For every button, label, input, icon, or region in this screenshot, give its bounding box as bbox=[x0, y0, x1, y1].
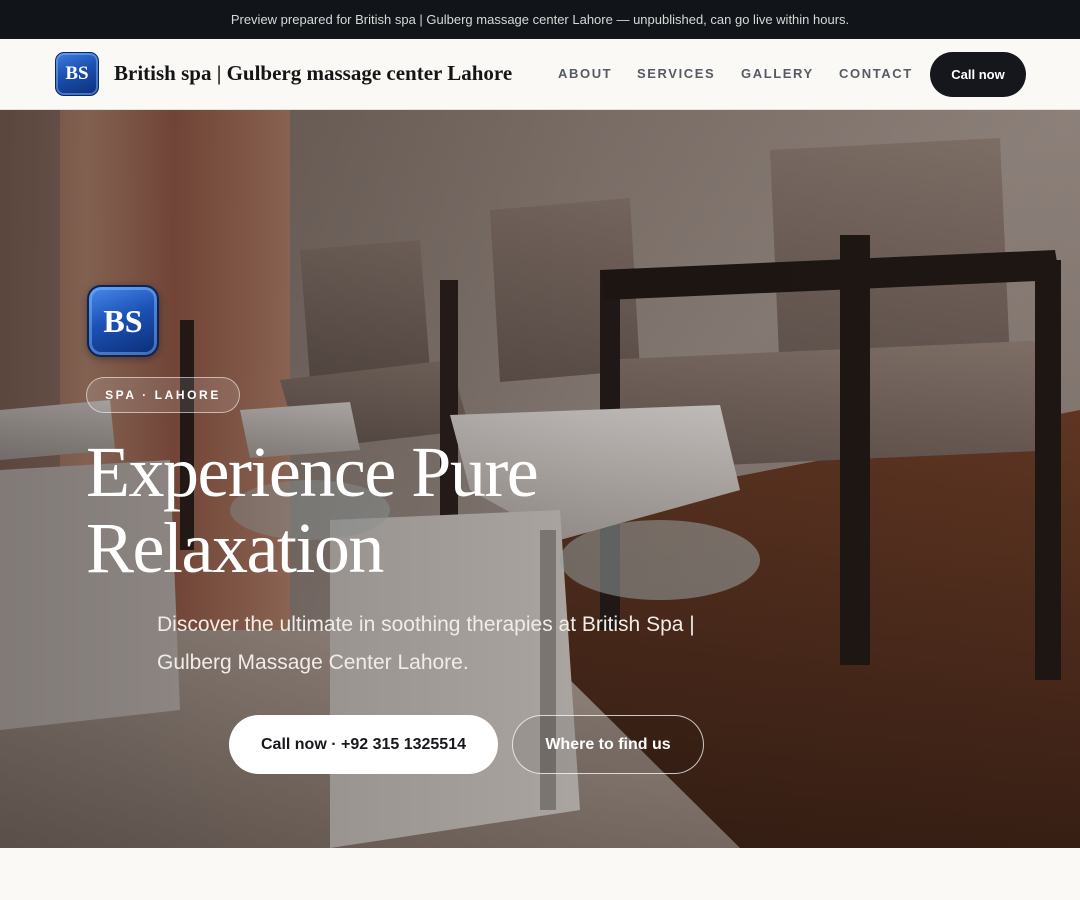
nav-link-about[interactable]: ABOUT bbox=[558, 66, 612, 81]
site-header: BS British spa | Gulberg massage center … bbox=[0, 39, 1080, 110]
hero-logo-text: BS bbox=[103, 302, 143, 339]
preview-banner-text: Preview prepared for British spa | Gulbe… bbox=[230, 12, 850, 27]
nav-link-services[interactable]: SERVICES bbox=[637, 66, 715, 81]
hero-title-line-1: Experience Pure bbox=[86, 432, 539, 512]
hero-title-line-2: Relaxation bbox=[86, 508, 384, 588]
hero-title: Experience Pure Relaxation bbox=[86, 434, 686, 586]
call-phone-button[interactable]: Call now · +92 315 1325514 bbox=[229, 715, 498, 774]
main-nav: ABOUT SERVICES GALLERY CONTACT bbox=[0, 66, 1080, 86]
hero-subtitle: Discover the ultimate in soothing therap… bbox=[157, 606, 757, 682]
find-us-button[interactable]: Where to find us bbox=[512, 715, 704, 774]
hero-logo: BS bbox=[87, 285, 159, 357]
preview-banner: Preview prepared for British spa | Gulbe… bbox=[0, 0, 1080, 39]
nav-link-gallery[interactable]: GALLERY bbox=[741, 66, 814, 81]
nav-link-contact[interactable]: CONTACT bbox=[839, 66, 913, 81]
hero-subtitle-line-1: Discover the ultimate in soothing therap… bbox=[157, 613, 695, 636]
call-now-button[interactable]: Call now bbox=[930, 52, 1026, 97]
hero-subtitle-line-2: Gulberg Massage Center Lahore. bbox=[157, 651, 469, 674]
category-badge: SPA · LAHORE bbox=[86, 377, 240, 413]
hero-section: BS SPA · LAHORE Experience Pure Relaxati… bbox=[0, 110, 1080, 848]
